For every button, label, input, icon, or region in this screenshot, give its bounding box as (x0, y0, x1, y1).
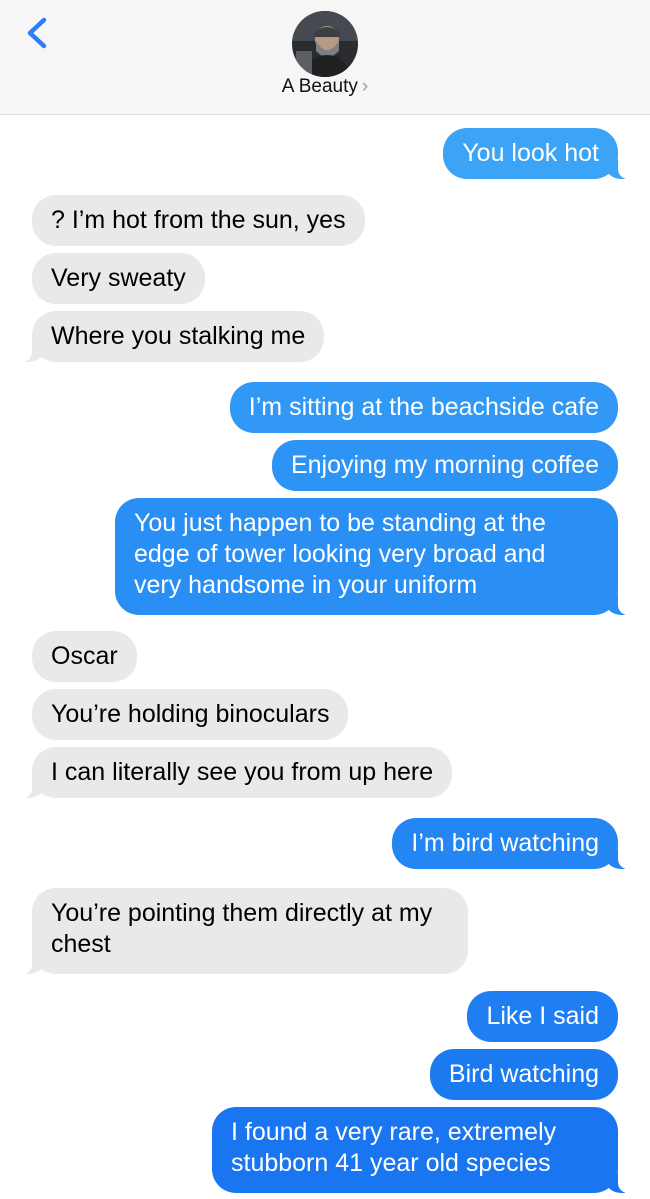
message-bubble-incoming[interactable]: I can literally see you from up here (21, 747, 453, 798)
message-bubble-outgoing[interactable]: I’m sitting at the beachside cafe (229, 382, 618, 433)
message-bubble-incoming[interactable]: Where you stalking me (21, 311, 325, 362)
message-bubble-outgoing[interactable]: You look hot (443, 128, 628, 179)
message-bubble-incoming[interactable]: Very sweaty (32, 253, 205, 304)
message-bubble-outgoing[interactable]: Bird watching (429, 1049, 618, 1100)
message-bubble-outgoing[interactable]: You just happen to be standing at the ed… (115, 498, 628, 615)
message-bubble-outgoing[interactable]: I’m bird watching (392, 818, 628, 869)
message-thread: You look hot ? I’m hot from the sun, yes… (0, 0, 650, 1199)
message-bubble-incoming[interactable]: Oscar (32, 631, 137, 682)
message-bubble-incoming[interactable]: You’re pointing them directly at my ches… (22, 888, 468, 974)
message-bubble-outgoing[interactable]: I found a very rare, extremely stubborn … (212, 1107, 628, 1193)
message-bubble-incoming[interactable]: You’re holding binoculars (32, 689, 349, 740)
message-bubble-incoming[interactable]: ? I’m hot from the sun, yes (32, 195, 365, 246)
message-bubble-outgoing[interactable]: Enjoying my morning coffee (271, 440, 618, 491)
message-bubble-outgoing[interactable]: Like I said (467, 991, 618, 1042)
